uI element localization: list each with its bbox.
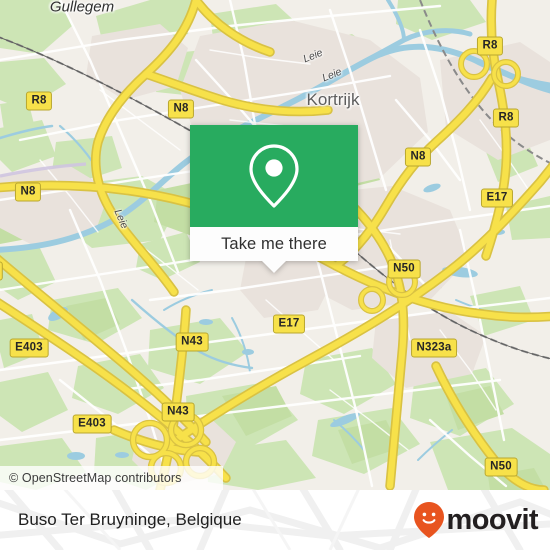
callout-pointer-tip: [262, 261, 286, 273]
road-shield-e403[interactable]: E403: [72, 414, 112, 434]
road-shield-n323a[interactable]: N323a: [411, 338, 457, 358]
place-title: Buso Ter Bruyninge, Belgique: [18, 510, 242, 529]
road-shield-e403[interactable]: E403: [9, 338, 49, 358]
callout-header: [190, 125, 358, 227]
road-shield-n43[interactable]: N43: [175, 332, 209, 352]
road-shield-n8[interactable]: N8: [404, 147, 432, 167]
road-shield-clipped[interactable]: [0, 261, 4, 281]
map-attribution-text: © OpenStreetMap contributors: [9, 471, 182, 485]
road-shield-r8[interactable]: R8: [492, 108, 520, 128]
road-shield-n50[interactable]: N50: [484, 457, 518, 477]
moovit-wordmark: moovit: [446, 503, 539, 536]
road-shield-r8[interactable]: R8: [25, 91, 53, 111]
bottom-info-bar: Buso Ter Bruyninge, Belgique moovit: [0, 490, 550, 550]
take-me-there-button[interactable]: Take me there: [190, 227, 358, 261]
moovit-logo[interactable]: moovit: [413, 501, 539, 539]
road-shield-e17[interactable]: E17: [480, 188, 514, 208]
app-root: Gullegem Kortrijk Leie Leie Leie R8 R8 R…: [0, 0, 550, 550]
road-shield-r8[interactable]: R8: [476, 36, 504, 56]
road-shield-n43[interactable]: N43: [161, 402, 195, 422]
road-shield-n8[interactable]: N8: [167, 99, 195, 119]
road-shield-e17[interactable]: E17: [272, 314, 306, 334]
road-shield-n50[interactable]: N50: [387, 259, 421, 279]
map-pin-icon: [249, 144, 299, 208]
location-callout-card[interactable]: Take me there: [190, 125, 358, 273]
moovit-pin-smiley-icon: [413, 502, 444, 538]
take-me-there-label: Take me there: [221, 234, 327, 253]
map-attribution: © OpenStreetMap contributors: [0, 466, 223, 490]
road-shield-n8[interactable]: N8: [14, 182, 42, 202]
